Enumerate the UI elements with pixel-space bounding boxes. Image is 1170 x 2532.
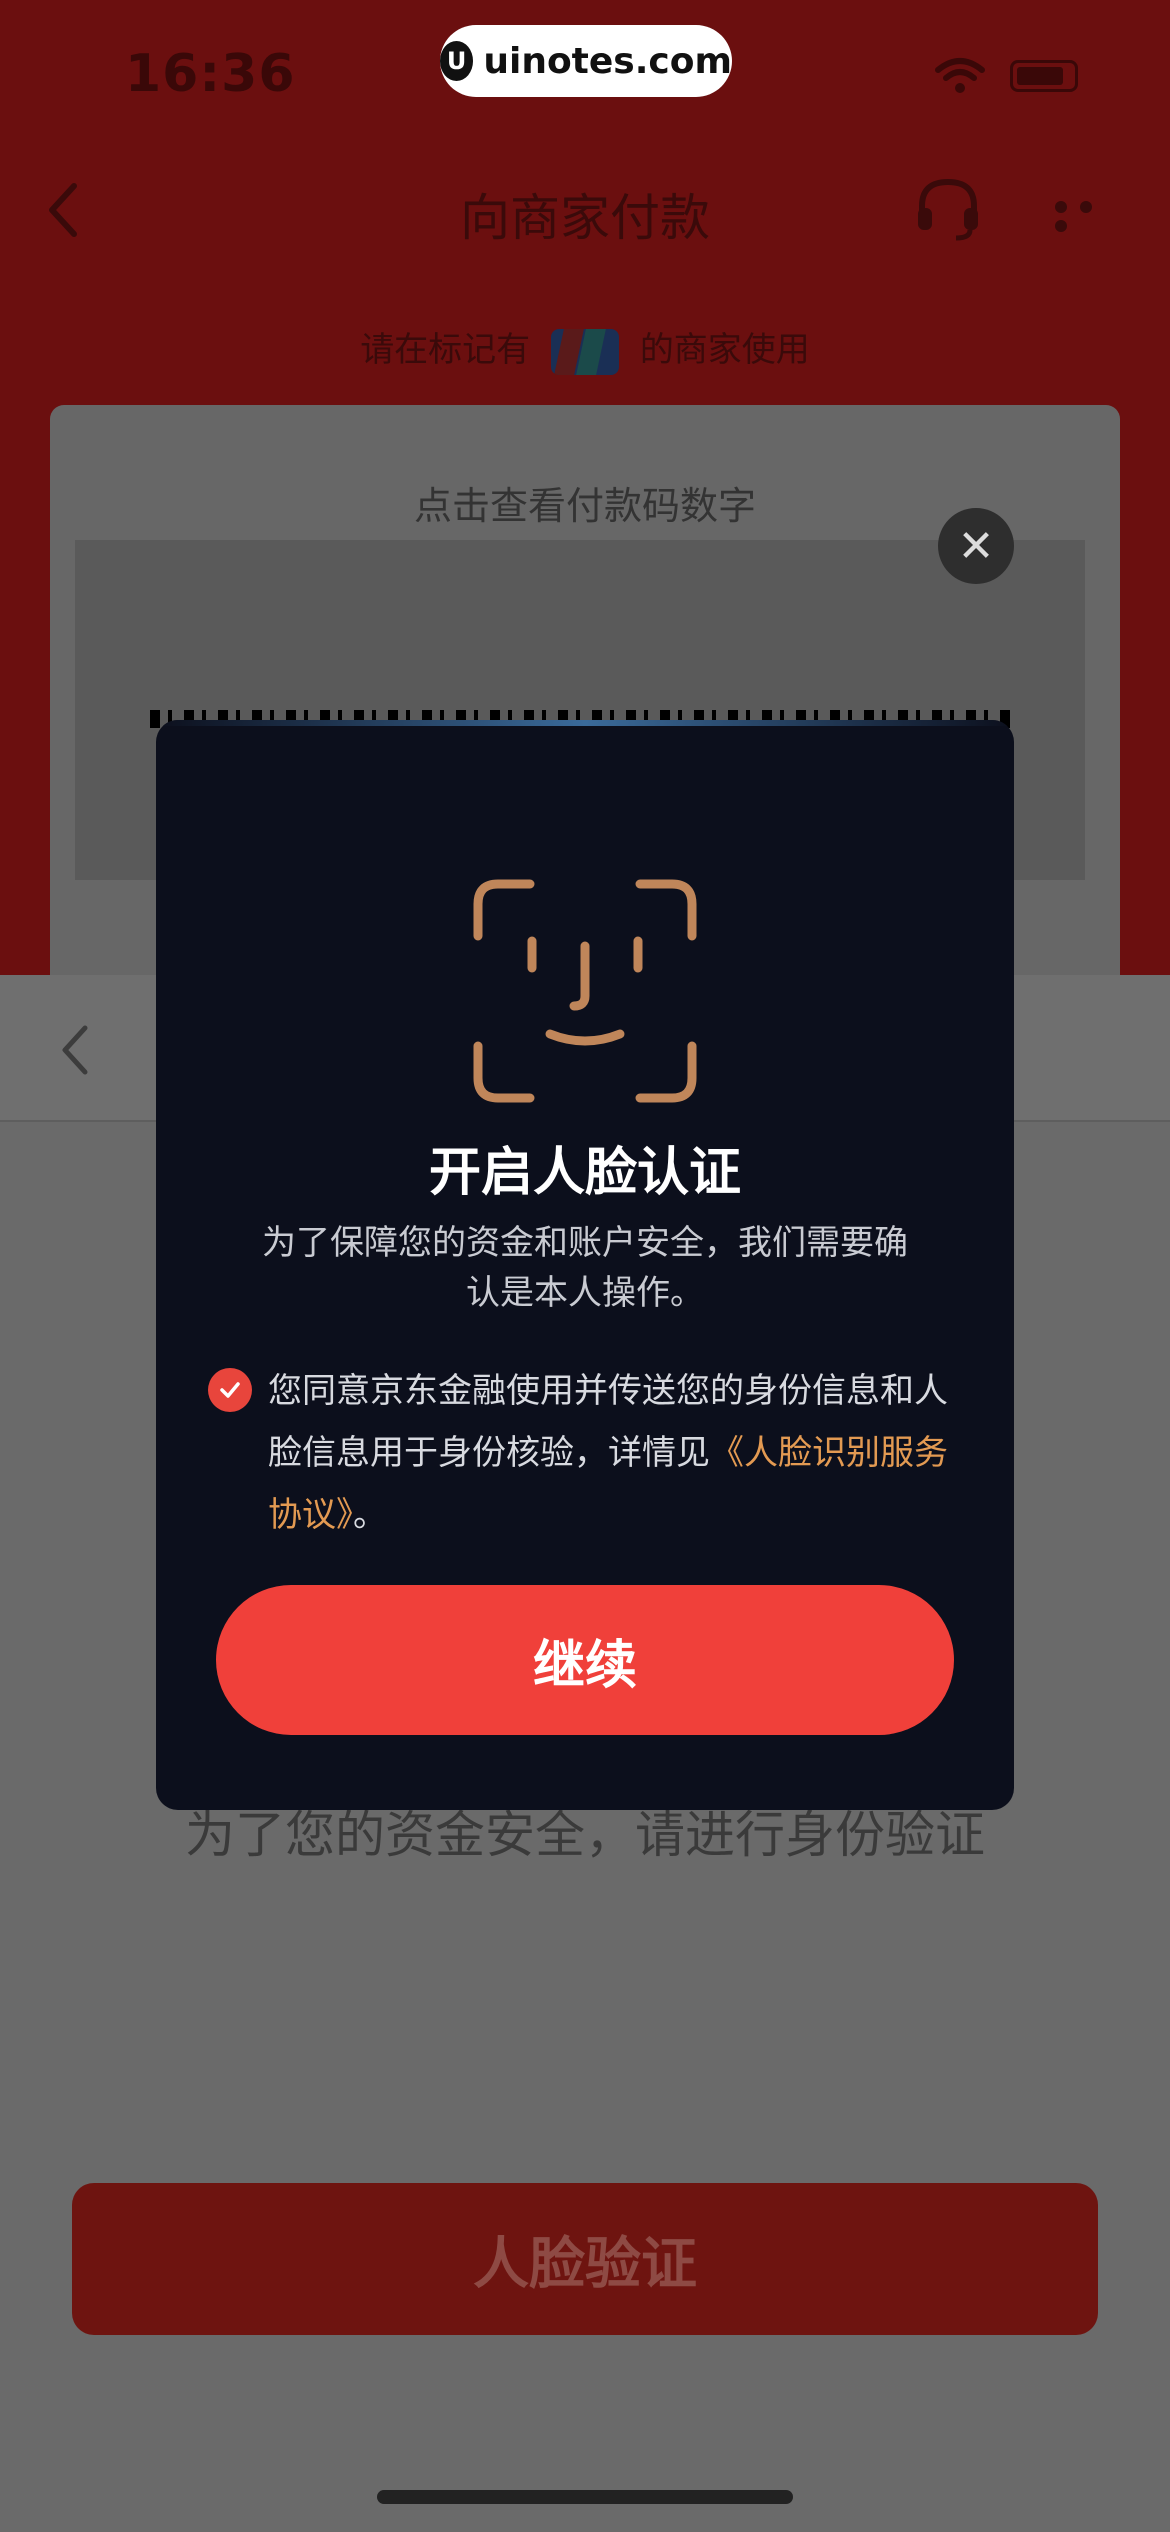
merchant-hint-suffix: 的商家使用 [639, 330, 810, 370]
merchant-hint-prefix: 请在标记有 [360, 330, 531, 370]
modal-title: 开启人脸认证 [428, 1143, 741, 1203]
modal-description: 为了保障您的资金和账户安全，我们需要确认是本人操作。 [262, 1223, 908, 1313]
more-dots-icon[interactable] [1055, 198, 1125, 232]
merchant-hint: 请在标记有 的商家使用 [0, 322, 1170, 375]
checkmark-icon [220, 1382, 240, 1398]
face-auth-modal: 开启人脸认证 为了保障您的资金和账户安全，我们需要确认是本人操作。 您同意京东金… [156, 720, 1014, 1810]
headset-icon[interactable] [912, 172, 984, 244]
unionpay-icon [551, 328, 619, 375]
watermark-logo: U [440, 41, 474, 81]
status-bar: 16:36 U uinotes.com [0, 0, 1170, 150]
agreement-checkbox[interactable] [208, 1368, 252, 1412]
watermark-text: uinotes.com [483, 40, 732, 82]
face-id-icon [473, 879, 697, 1103]
battery-icon [1010, 60, 1078, 92]
agreement-end: 。 [353, 1495, 387, 1535]
face-verify-button[interactable]: 人脸验证 [72, 2183, 1098, 2335]
back-chevron-icon[interactable] [55, 1020, 95, 1080]
agreement-text: 您同意京东金融使用并传送您的身份信息和人脸信息用于身份核验，详情见《人脸识别服务… [268, 1360, 968, 1546]
close-icon[interactable]: ✕ [938, 508, 1014, 584]
watermark-badge: U uinotes.com [440, 25, 732, 97]
home-indicator [377, 2490, 793, 2504]
page-title: 向商家付款 [460, 189, 710, 247]
wifi-icon [935, 58, 985, 93]
status-time: 16:36 [125, 44, 296, 104]
modal-top-glow [156, 720, 1014, 726]
continue-button[interactable]: 继续 [216, 1585, 954, 1735]
